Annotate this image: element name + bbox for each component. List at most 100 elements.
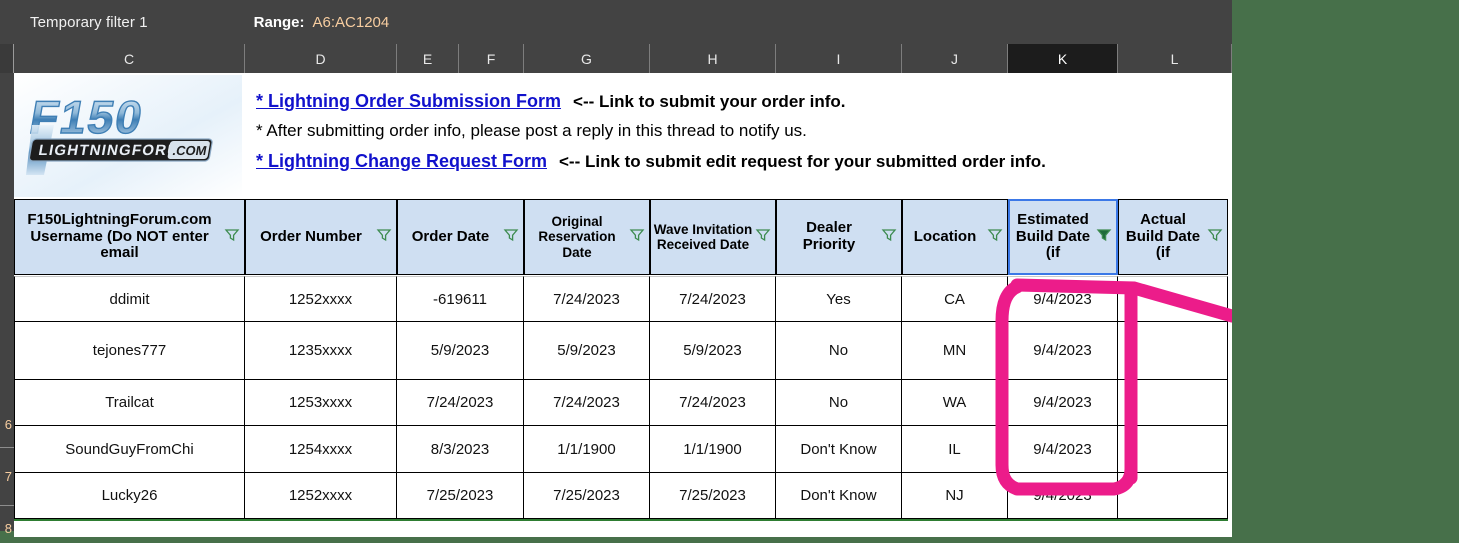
column-header-label: I xyxy=(836,50,841,67)
select-all-corner[interactable] xyxy=(0,44,14,73)
table-cell-actual-build-date[interactable] xyxy=(1118,473,1228,519)
spreadsheet-screen: Temporary filter 1 Range: A6:AC1204 CDEF… xyxy=(0,0,1459,543)
table-header-cell[interactable]: Estimated Build Date (if xyxy=(1008,199,1118,275)
filter-funnel-icon[interactable] xyxy=(224,227,240,248)
table-cell-location[interactable]: IL xyxy=(902,426,1008,473)
table-header-cell[interactable]: Wave Invitation Received Date xyxy=(650,199,776,275)
table-header-cell[interactable]: Order Date xyxy=(397,199,524,275)
banner-links: * Lightning Order Submission Form <-- Li… xyxy=(256,91,1046,181)
table-header-cell[interactable]: F150LightningForum.com Username (Do NOT … xyxy=(14,199,245,275)
desktop-background-right xyxy=(1232,0,1459,543)
table-cell-estimated-build-date[interactable]: 9/4/2023 xyxy=(1008,426,1118,473)
filter-funnel-icon[interactable] xyxy=(503,227,519,248)
table-header-cell[interactable]: Location xyxy=(902,199,1008,275)
table-cell-original-reservation-date[interactable]: 7/24/2023 xyxy=(524,380,650,426)
table-cell-dealer-priority[interactable]: No xyxy=(776,322,902,380)
table-cell-order-number[interactable]: 1254xxxx xyxy=(245,426,397,473)
column-header-e[interactable]: E xyxy=(397,44,459,73)
table-cell-estimated-build-date[interactable]: 9/4/2023 xyxy=(1008,473,1118,519)
table-cell-username[interactable]: Trailcat xyxy=(14,380,245,426)
banner-line-2: * After submitting order info, please po… xyxy=(256,121,1046,151)
filter-funnel-icon[interactable] xyxy=(1207,227,1223,248)
filter-funnel-icon[interactable] xyxy=(629,227,645,248)
table-cell-dealer-priority[interactable]: No xyxy=(776,380,902,426)
table-cell-order-number[interactable]: 1235xxxx xyxy=(245,322,397,380)
table-cell-wave-invitation-received-date[interactable]: 7/25/2023 xyxy=(650,473,776,519)
table-cell-wave-invitation-received-date[interactable]: 7/24/2023 xyxy=(650,380,776,426)
table-cell-order-date[interactable]: 7/25/2023 xyxy=(397,473,524,519)
range-label: Range: xyxy=(253,13,305,31)
desktop-background-bottom xyxy=(0,537,1232,543)
row-header-label: 6 xyxy=(4,417,12,432)
table-cell-order-date[interactable]: 5/9/2023 xyxy=(397,322,524,380)
column-header-bar: C D E F G H I J K L xyxy=(0,44,1232,73)
column-header-f[interactable]: F xyxy=(459,44,524,73)
column-header-d[interactable]: D xyxy=(245,44,397,73)
range-value[interactable]: A6:AC1204 xyxy=(313,14,390,31)
table-cell-location[interactable]: WA xyxy=(902,380,1008,426)
column-header-l[interactable]: L xyxy=(1118,44,1232,73)
column-header-label: J xyxy=(951,50,958,67)
table-bottom-rule xyxy=(14,519,1228,521)
column-header-h[interactable]: H xyxy=(650,44,776,73)
table-cell-estimated-build-date[interactable]: 9/4/2023 xyxy=(1008,380,1118,426)
column-header-g[interactable]: G xyxy=(524,44,650,73)
row-header-6[interactable]: 6 xyxy=(0,402,14,448)
column-header-i[interactable]: I xyxy=(776,44,902,73)
table-cell-wave-invitation-received-date[interactable]: 5/9/2023 xyxy=(650,322,776,380)
row-header-7[interactable]: 7 xyxy=(0,448,14,506)
table-cell-location[interactable]: MN xyxy=(902,322,1008,380)
table-cell-original-reservation-date[interactable]: 7/24/2023 xyxy=(524,276,650,322)
filter-funnel-icon[interactable] xyxy=(755,227,771,248)
table-cell-actual-build-date[interactable] xyxy=(1118,426,1228,473)
table-cell-username[interactable]: tejones777 xyxy=(14,322,245,380)
table-cell-username[interactable]: Lucky26 xyxy=(14,473,245,519)
table-cell-username[interactable]: ddimit xyxy=(14,276,245,322)
table-cell-dealer-priority[interactable]: Don't Know xyxy=(776,426,902,473)
column-header-label: H xyxy=(707,50,718,67)
table-header-cell[interactable]: Dealer Priority xyxy=(776,199,902,275)
table-cell-original-reservation-date[interactable]: 7/25/2023 xyxy=(524,473,650,519)
table-cell-username[interactable]: SoundGuyFromChi xyxy=(14,426,245,473)
table-cell-dealer-priority[interactable]: Yes xyxy=(776,276,902,322)
table-cell-order-date[interactable]: -619611 xyxy=(397,276,524,322)
column-header-label: C xyxy=(123,50,135,67)
filter-funnel-icon[interactable] xyxy=(987,227,1003,248)
row-header-label: 8 xyxy=(4,521,12,536)
filter-funnel-icon[interactable] xyxy=(881,227,897,248)
table-cell-estimated-build-date[interactable]: 9/4/2023 xyxy=(1008,322,1118,380)
table-cell-order-number[interactable]: 1252xxxx xyxy=(245,276,397,322)
table-cell-wave-invitation-received-date[interactable]: 7/24/2023 xyxy=(650,276,776,322)
table-cell-actual-build-date[interactable] xyxy=(1118,322,1228,380)
table-header-cell[interactable]: Order Number xyxy=(245,199,397,275)
table-cell-original-reservation-date[interactable]: 1/1/1900 xyxy=(524,426,650,473)
row-header-strip: 67890 xyxy=(0,73,14,536)
table-header-label: Dealer Priority xyxy=(802,219,856,253)
lightning-order-submission-form-link[interactable]: * Lightning Order Submission Form xyxy=(256,91,561,112)
column-header-k[interactable]: K xyxy=(1008,44,1118,73)
lightning-change-request-form-link[interactable]: * Lightning Change Request Form xyxy=(256,151,547,172)
table-cell-order-date[interactable]: 7/24/2023 xyxy=(397,380,524,426)
banner-note-2: * After submitting order info, please po… xyxy=(256,121,807,140)
table-cell-actual-build-date[interactable] xyxy=(1118,276,1228,322)
table-cell-order-number[interactable]: 1253xxxx xyxy=(245,380,397,426)
table-cell-actual-build-date[interactable] xyxy=(1118,380,1228,426)
table-cell-order-date[interactable]: 8/3/2023 xyxy=(397,426,524,473)
table-header-cell[interactable]: Original Reservation Date xyxy=(524,199,650,275)
table-cell-order-number[interactable]: 1252xxxx xyxy=(245,473,397,519)
column-header-c[interactable]: C xyxy=(14,44,245,73)
filter-funnel-icon-active[interactable] xyxy=(1096,227,1112,248)
table-header-label: Order Date xyxy=(411,227,490,245)
column-header-j[interactable]: J xyxy=(902,44,1008,73)
temporary-filter-label[interactable]: Temporary filter 1 xyxy=(30,14,148,31)
table-header-label: Wave Invitation Received Date xyxy=(653,221,753,252)
table-cell-location[interactable]: NJ xyxy=(902,473,1008,519)
table-cell-original-reservation-date[interactable]: 5/9/2023 xyxy=(524,322,650,380)
table-cell-dealer-priority[interactable]: Don't Know xyxy=(776,473,902,519)
banner-note-3: <-- Link to submit edit request for your… xyxy=(559,152,1046,171)
table-cell-location[interactable]: CA xyxy=(902,276,1008,322)
table-header-cell[interactable]: Actual Build Date (if xyxy=(1118,199,1228,275)
table-cell-wave-invitation-received-date[interactable]: 1/1/1900 xyxy=(650,426,776,473)
table-cell-estimated-build-date[interactable]: 9/4/2023 xyxy=(1008,276,1118,322)
filter-funnel-icon[interactable] xyxy=(376,227,392,248)
